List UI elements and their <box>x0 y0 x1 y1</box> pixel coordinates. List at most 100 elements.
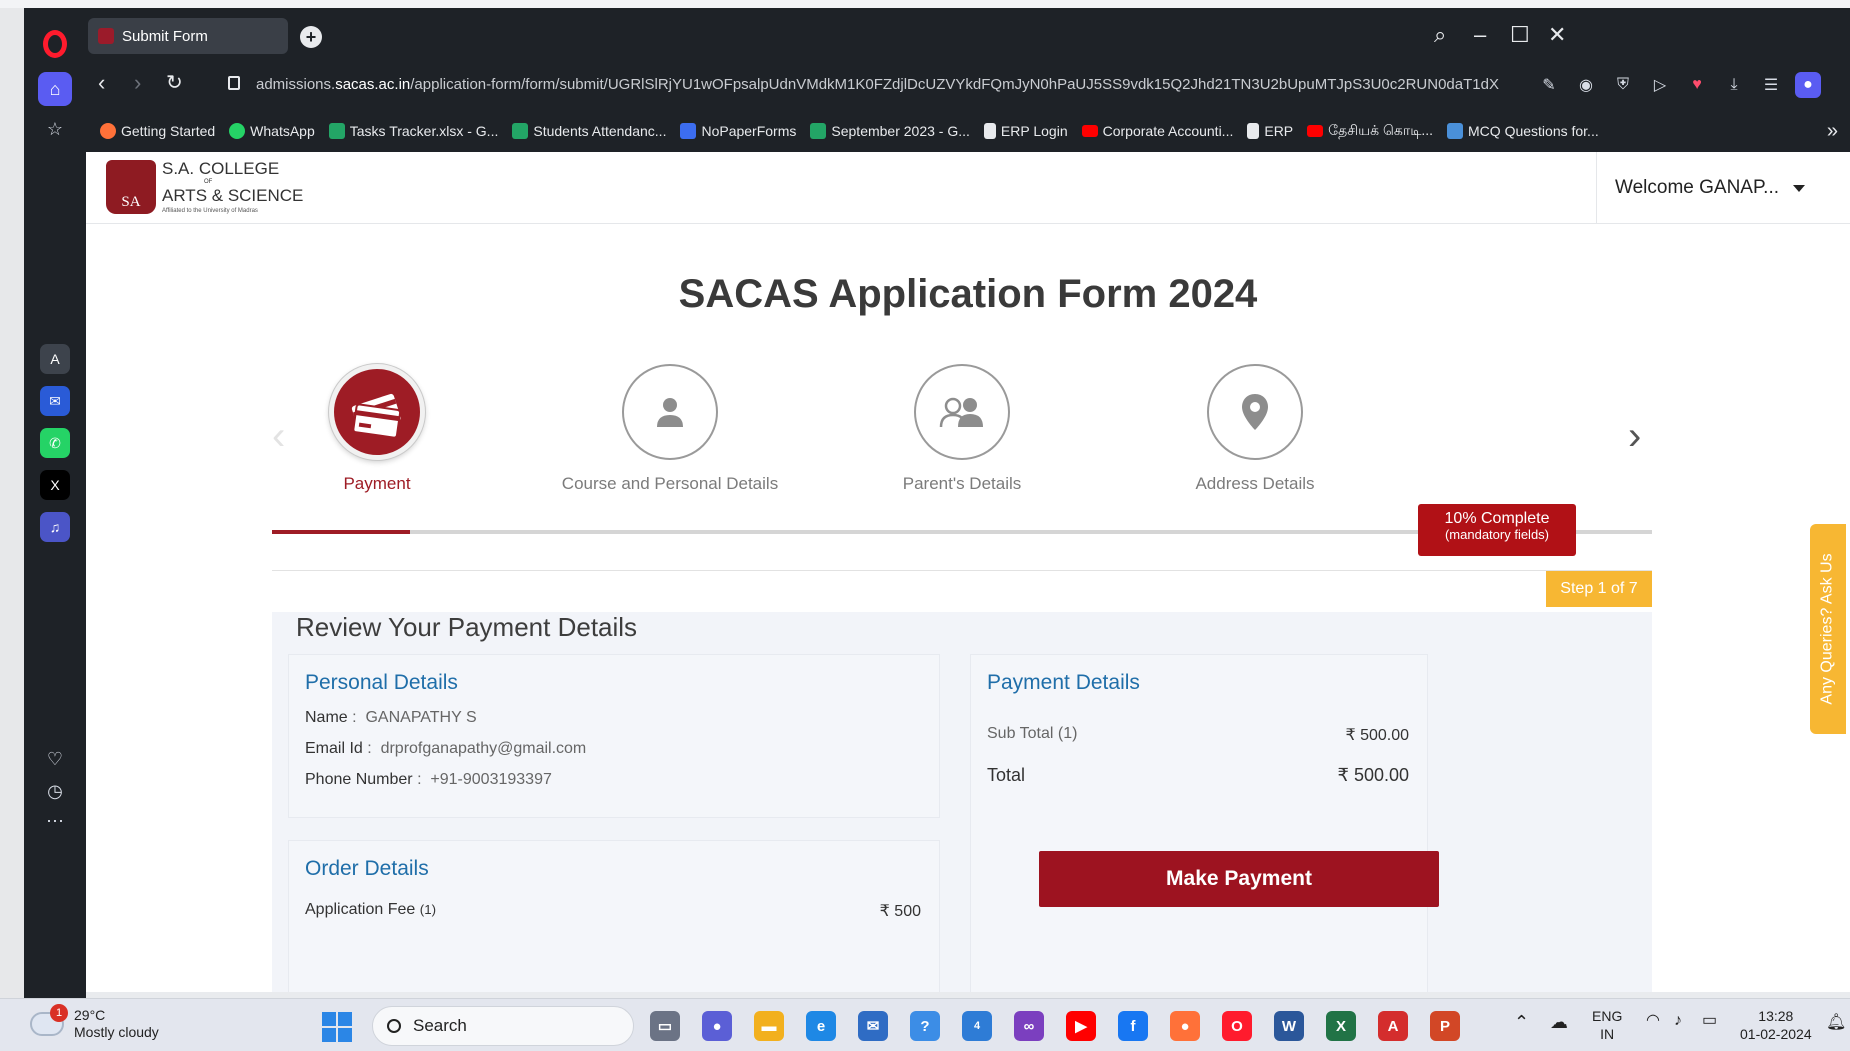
taskbar-search[interactable]: Search <box>372 1006 634 1046</box>
facebook-icon[interactable]: f <box>1118 1011 1148 1041</box>
task-view-icon[interactable]: ▭ <box>650 1011 680 1041</box>
bookmark-item[interactable]: Corporate Accounti... <box>1081 123 1233 139</box>
field-value: +91-9003193397 <box>430 771 552 788</box>
battery-icon[interactable]: ▭ <box>1702 1011 1717 1032</box>
edge-browser-icon[interactable]: e <box>806 1011 836 1041</box>
powerpoint-icon[interactable]: P <box>1430 1011 1460 1041</box>
excel-icon[interactable]: X <box>1326 1011 1356 1041</box>
messenger-icon[interactable]: ✉ <box>40 386 70 416</box>
bookmark-item[interactable]: ERP <box>1247 123 1293 139</box>
chevron-up-icon[interactable]: ⌃ <box>1514 1011 1529 1034</box>
field-label: Email Id <box>305 740 363 757</box>
profile-avatar-icon[interactable]: ● <box>1795 72 1821 98</box>
step-parents[interactable]: Parent's Details <box>832 364 1092 494</box>
favorite-heart-icon[interactable]: ♥ <box>1684 72 1710 98</box>
aria-ai-icon[interactable]: A <box>40 344 70 374</box>
x-twitter-icon[interactable]: X <box>40 470 70 500</box>
whatsapp-icon[interactable]: ✆ <box>40 428 70 458</box>
bookmark-item[interactable]: தேசியக் கொடி... <box>1307 122 1433 141</box>
forward-icon[interactable]: › <box>134 70 141 96</box>
language-indicator[interactable]: ENG IN <box>1592 1007 1622 1043</box>
history-clock-icon[interactable]: ◷ <box>38 774 72 808</box>
mixed-app-icon[interactable]: ∞ <box>1014 1011 1044 1041</box>
firefox-icon[interactable]: ● <box>1170 1011 1200 1041</box>
field-value: drprofganapathy@gmail.com <box>380 740 587 757</box>
acrobat-icon[interactable]: A <box>1378 1011 1408 1041</box>
name-field: Name : GANAPATHY S <box>305 709 477 726</box>
bookmark-item[interactable]: ERP Login <box>983 123 1068 139</box>
back-icon[interactable]: ‹ <box>98 70 105 96</box>
snapshot-camera-icon[interactable]: ◉ <box>1573 72 1599 98</box>
tab-submit-form[interactable]: Submit Form <box>88 18 288 54</box>
windows-start-icon[interactable] <box>322 1012 352 1042</box>
opera-icon[interactable]: O <box>1222 1011 1252 1041</box>
clock[interactable]: 13:28 01-02-2024 <box>1740 1007 1812 1043</box>
map-pin-icon <box>1207 364 1303 460</box>
user-menu[interactable]: Welcome GANAP... <box>1596 152 1820 224</box>
search-label: Search <box>413 1016 467 1035</box>
payment-details-card: Payment Details Sub Total (1) ₹ 500.00 T… <box>970 654 1439 992</box>
toolbar-icons: ✎ ◉ ⛨ ▷ ♥ ⤓ ☰ ● <box>1536 72 1821 98</box>
npf-icon <box>680 123 697 139</box>
minimize-icon[interactable]: – <box>1474 22 1486 48</box>
home-icon[interactable]: ⌂ <box>38 72 72 106</box>
bookmarks-bar: Getting Started WhatsApp Tasks Tracker.x… <box>86 110 1850 152</box>
adblock-shield-icon[interactable]: ⛨ <box>1610 72 1636 98</box>
weather-widget[interactable]: 1 29°C Mostly cloudy <box>30 1003 159 1041</box>
pinned-app-icon[interactable]: 4 <box>962 1011 992 1041</box>
ask-queries-tab[interactable]: Any Queries? Ask Us <box>1810 524 1846 734</box>
opera-logo-icon[interactable] <box>43 30 67 58</box>
volume-icon[interactable]: ♪ <box>1674 1011 1682 1032</box>
weather-description: Mostly cloudy <box>74 1023 159 1040</box>
new-tab-plus-icon[interactable]: + <box>300 26 322 48</box>
bookmark-item[interactable]: WhatsApp <box>229 123 315 139</box>
college-logo[interactable]: SA <box>106 160 156 214</box>
youtube-icon <box>1307 125 1324 137</box>
easy-setup-icon[interactable]: ☰ <box>1758 72 1784 98</box>
mail-icon[interactable]: ✉ <box>858 1011 888 1041</box>
search-tabs-icon[interactable]: ⌕ <box>1434 22 1446 48</box>
subtotal-row: Sub Total (1) ₹ 500.00 <box>987 725 1409 745</box>
step-label: Course and Personal Details <box>561 474 779 493</box>
make-payment-button[interactable]: Make Payment <box>1039 851 1439 907</box>
step-address[interactable]: Address Details <box>1125 364 1385 494</box>
heart-icon[interactable]: ♡ <box>38 742 72 776</box>
help-icon[interactable]: ? <box>910 1011 940 1041</box>
more-bookmarks-chevron-icon[interactable]: » <box>1827 120 1838 143</box>
bookmark-item[interactable]: Getting Started <box>100 123 215 139</box>
notification-bell-icon[interactable]: 🔔︎ <box>1826 1013 1846 1034</box>
bookmark-item[interactable]: Tasks Tracker.xlsx - G... <box>328 123 498 139</box>
url-field[interactable]: admissions.sacas.ac.in/application-form/… <box>256 76 1606 93</box>
chevron-right-icon[interactable]: › <box>1628 414 1641 459</box>
bookmark-item[interactable]: Students Attendanc... <box>512 123 666 139</box>
cloud-icon: 1 <box>30 1003 68 1036</box>
wifi-icon[interactable]: ◠ <box>1646 1011 1660 1032</box>
field-label: Name <box>305 709 348 726</box>
more-dots-icon[interactable]: ⋯ <box>38 804 72 838</box>
file-explorer-icon[interactable]: ▬ <box>754 1011 784 1041</box>
edit-url-icon[interactable]: ✎ <box>1536 72 1562 98</box>
review-section: Review Your Payment Details Personal Det… <box>272 612 1652 992</box>
step-payment[interactable]: Payment <box>247 364 507 494</box>
college-name: S.A. COLLEGE OF ARTS & SCIENCE Affiliate… <box>162 158 303 216</box>
download-icon[interactable]: ⤓ <box>1721 72 1747 98</box>
reload-icon[interactable]: ↻ <box>166 70 183 95</box>
teams-chat-icon[interactable]: ● <box>702 1011 732 1041</box>
step-course-personal[interactable]: Course and Personal Details <box>540 364 800 494</box>
bookmark-item[interactable]: NoPaperForms <box>680 123 796 139</box>
music-player-icon[interactable]: ♫ <box>40 512 70 542</box>
onedrive-cloud-icon[interactable]: ☁ <box>1550 1011 1568 1034</box>
youtube-icon[interactable]: ▶ <box>1066 1011 1096 1041</box>
item-amount: ₹ 500 <box>879 903 921 920</box>
pinboard-star-icon[interactable]: ☆ <box>38 112 72 146</box>
player-play-icon[interactable]: ▷ <box>1647 72 1673 98</box>
youtube-icon <box>1081 125 1098 137</box>
tab-title: Submit Form <box>122 27 208 45</box>
bookmark-item[interactable]: MCQ Questions for... <box>1447 123 1599 139</box>
close-window-icon[interactable]: ✕ <box>1548 22 1566 48</box>
step-label: Address Details <box>1195 474 1315 493</box>
screen-frame-left <box>0 8 24 998</box>
word-icon[interactable]: W <box>1274 1011 1304 1041</box>
bookmark-item[interactable]: September 2023 - G... <box>810 123 970 139</box>
maximize-icon[interactable]: ☐ <box>1510 22 1530 48</box>
